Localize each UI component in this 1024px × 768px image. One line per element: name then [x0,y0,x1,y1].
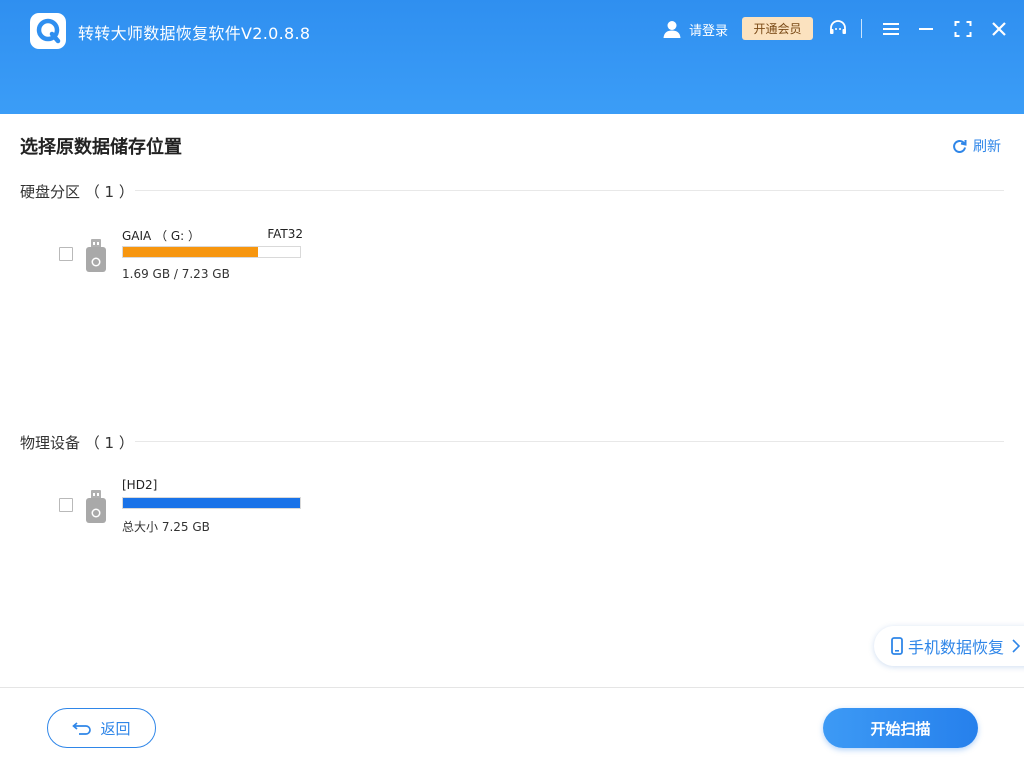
back-arrow-icon [72,722,92,735]
drive-name: GAIA （ G: ） [122,229,201,243]
app-title: 转转大师数据恢复软件V2.0.8.8 [78,24,311,43]
drive-size: 总大小 7.25 GB [122,520,210,534]
user-icon [663,21,681,38]
minimize-icon[interactable] [918,19,934,43]
refresh-button[interactable]: 刷新 [952,136,1001,156]
usage-bar-fill [123,247,258,257]
header-divider [861,19,862,38]
phone-icon [891,637,903,655]
menu-icon[interactable] [882,19,900,43]
title-bar: 转转大师数据恢复软件V2.0.8.8 请登录 开通会员 [0,0,1024,114]
start-scan-button[interactable]: 开始扫描 [823,708,978,748]
phone-recovery-label: 手机数据恢复 [908,638,1005,657]
refresh-icon [953,139,967,153]
login-button[interactable]: 请登录 [662,18,728,40]
drive-checkbox[interactable] [59,498,73,512]
drive-size: 1.69 GB / 7.23 GB [122,267,230,281]
back-button[interactable]: 返回 [47,708,156,748]
usage-bar [122,497,301,509]
back-label: 返回 [100,719,131,738]
login-label: 请登录 [689,23,729,39]
drive-checkbox[interactable] [59,247,73,261]
usage-bar [122,246,301,258]
page-title: 选择原数据储存位置 [20,137,182,158]
footer-divider [0,687,1024,688]
section-title-physical: 物理设备 （ 1 ） [20,434,134,452]
phone-recovery-button[interactable]: 手机数据恢复 [874,626,1024,666]
refresh-label: 刷新 [973,139,1001,155]
maximize-icon[interactable] [954,19,972,43]
chevron-right-icon [1012,639,1021,653]
headset-icon[interactable] [828,19,848,43]
usb-drive-icon [85,239,107,277]
usage-bar-fill [123,498,300,508]
drive-filesystem: FAT32 [267,227,303,241]
logo-icon [30,13,66,49]
drive-item-gaia[interactable]: GAIA （ G: ） FAT32 1.69 GB / 7.23 GB [59,227,309,287]
vip-button[interactable]: 开通会员 [742,17,813,40]
section-divider [135,190,1004,191]
drive-item-hd2[interactable]: [HD2] 总大小 7.25 GB [59,478,309,538]
close-icon[interactable] [991,19,1007,43]
section-divider [135,441,1004,442]
section-title-partitions: 硬盘分区 （ 1 ） [20,183,134,201]
drive-name: [HD2] [122,478,158,492]
usb-drive-icon [85,490,107,528]
